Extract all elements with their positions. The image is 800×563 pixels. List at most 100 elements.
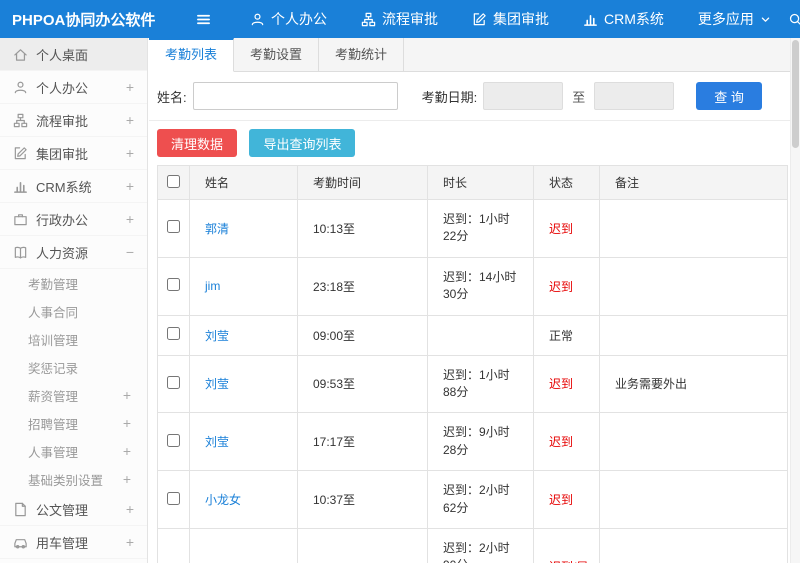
sidebar-item-personal-office[interactable]: 个人办公 + bbox=[0, 71, 147, 104]
expand-plus-icon[interactable]: + bbox=[123, 416, 131, 430]
sidebar-subitem-attendance-management[interactable]: 考勤管理 bbox=[0, 269, 147, 297]
expand-plus-icon[interactable]: + bbox=[123, 472, 131, 486]
sidebar-item-label: 集团审批 bbox=[36, 146, 89, 162]
sidebar-subitem-recruitment-management[interactable]: 招聘管理 + bbox=[0, 409, 147, 437]
main-content: 考勤列表 考勤设置 考勤统计 姓名: 考勤日期: 至 查 询 清理数据 导出查询… bbox=[149, 38, 800, 563]
expand-plus-icon[interactable]: + bbox=[126, 113, 134, 127]
expand-plus-icon[interactable]: + bbox=[126, 80, 134, 94]
sidebar-subitem-label: 奖惩记录 bbox=[28, 361, 79, 376]
nav-group-approval[interactable]: 集团审批 bbox=[455, 0, 566, 38]
sidebar-subitem-label: 薪资管理 bbox=[28, 389, 79, 404]
hamburger-icon bbox=[197, 14, 210, 24]
time-cell: 10:54至10:54 bbox=[297, 527, 428, 563]
attendance-table-wrap: 姓名 考勤时间 时长 状态 备注 郭清 10:13至 迟到：1小时22分 迟到 bbox=[157, 165, 788, 563]
time-cell: 09:00至 bbox=[297, 314, 428, 356]
sidebar-item-vehicle-management[interactable]: 用车管理 + bbox=[0, 526, 147, 559]
select-all-checkbox[interactable] bbox=[167, 174, 180, 188]
export-list-button[interactable]: 导出查询列表 bbox=[249, 129, 356, 157]
sidebar-subitem-label: 招聘管理 bbox=[28, 417, 79, 432]
scrollbar-thumb[interactable] bbox=[792, 40, 799, 148]
note-cell: 1111 bbox=[599, 527, 788, 563]
search-button[interactable]: 查 询 bbox=[696, 82, 762, 110]
expand-plus-icon[interactable]: + bbox=[126, 212, 134, 226]
name-link[interactable]: 刘莹 bbox=[205, 435, 229, 449]
bar-chart-icon bbox=[583, 12, 598, 27]
chevron-down-icon bbox=[760, 14, 771, 25]
sidebar-subitem-label: 人事管理 bbox=[28, 445, 79, 460]
search-icon[interactable] bbox=[788, 12, 800, 27]
name-link[interactable]: 刘莹 bbox=[205, 377, 229, 391]
sidebar-item-workflow-approval[interactable]: 流程审批 + bbox=[0, 104, 147, 137]
sidebar-item-label: 行政办公 bbox=[36, 212, 89, 228]
nav-more-apps[interactable]: 更多应用 bbox=[681, 0, 788, 38]
sidebar-item-group-approval[interactable]: 集团审批 + bbox=[0, 137, 147, 170]
sidebar-subitem-personnel-management[interactable]: 人事管理 + bbox=[0, 437, 147, 465]
expand-plus-icon[interactable]: + bbox=[126, 502, 134, 516]
menu-toggle-icon[interactable] bbox=[196, 12, 211, 27]
row-checkbox[interactable] bbox=[167, 327, 180, 341]
attendance-table: 姓名 考勤时间 时长 状态 备注 郭清 10:13至 迟到：1小时22分 迟到 bbox=[157, 165, 788, 563]
header-name: 姓名 bbox=[189, 165, 298, 200]
row-checkbox[interactable] bbox=[167, 278, 180, 292]
name-input[interactable] bbox=[192, 82, 398, 110]
time-cell: 23:18至 bbox=[297, 256, 428, 316]
expand-plus-icon[interactable]: + bbox=[123, 444, 131, 458]
sidebar-item-admin-office[interactable]: 行政办公 + bbox=[0, 203, 147, 236]
clear-data-button[interactable]: 清理数据 bbox=[157, 129, 238, 157]
expand-plus-icon[interactable]: + bbox=[123, 388, 131, 402]
duration-cell: 迟到：2小时90分 早退：7小时10分 bbox=[427, 527, 534, 563]
note-cell bbox=[599, 470, 788, 529]
date-label: 考勤日期: bbox=[421, 89, 478, 105]
name-link[interactable]: 刘莹 bbox=[205, 329, 229, 343]
status-cell: 迟到 bbox=[533, 470, 600, 529]
sidebar-item-hr[interactable]: 人力资源 − bbox=[0, 236, 147, 269]
row-checkbox[interactable] bbox=[167, 375, 180, 389]
status-cell: 迟到/早退 bbox=[533, 527, 600, 563]
tab-attendance-list[interactable]: 考勤列表 bbox=[149, 38, 235, 72]
status-cell: 正常 bbox=[533, 314, 600, 356]
table-row: jim 23:18至 迟到：14小时30分 迟到 bbox=[157, 256, 788, 316]
header-duration: 时长 bbox=[427, 165, 534, 200]
sidebar-item-label: 流程审批 bbox=[36, 113, 89, 129]
name-link[interactable]: 小龙女 bbox=[205, 493, 241, 507]
row-checkbox[interactable] bbox=[167, 220, 180, 234]
sidebar-item-document-management[interactable]: 公文管理 + bbox=[0, 493, 147, 526]
nav-crm[interactable]: CRM系统 bbox=[566, 0, 681, 38]
nav-label: 流程审批 bbox=[382, 11, 438, 27]
expand-plus-icon[interactable]: + bbox=[126, 146, 134, 160]
document-icon bbox=[13, 502, 36, 517]
sidebar-subitem-label: 基础类别设置 bbox=[28, 473, 104, 488]
name-link[interactable]: 郭清 bbox=[205, 222, 229, 236]
home-icon bbox=[13, 47, 36, 62]
date-start-input[interactable] bbox=[483, 82, 564, 110]
name-link[interactable]: jim bbox=[205, 279, 220, 293]
status-cell: 迟到 bbox=[533, 256, 600, 316]
sidebar-subitem-rewards-records[interactable]: 奖惩记录 bbox=[0, 353, 147, 381]
expand-plus-icon[interactable]: + bbox=[126, 535, 134, 549]
nav-workflow-approval[interactable]: 流程审批 bbox=[344, 0, 455, 38]
scrollbar[interactable] bbox=[790, 38, 800, 563]
sidebar-subitem-salary-management[interactable]: 薪资管理 + bbox=[0, 381, 147, 409]
book-icon bbox=[13, 245, 36, 260]
sidebar-item-personal-desktop[interactable]: 个人桌面 bbox=[0, 38, 147, 71]
note-cell bbox=[599, 314, 788, 356]
sidebar-subitem-label: 人事合同 bbox=[28, 305, 79, 320]
tab-attendance-settings[interactable]: 考勤设置 bbox=[234, 38, 320, 71]
date-end-input[interactable] bbox=[594, 82, 675, 110]
nav-personal-office[interactable]: 个人办公 bbox=[233, 0, 344, 38]
nav-label: CRM系统 bbox=[604, 11, 664, 27]
collapse-minus-icon[interactable]: − bbox=[126, 245, 134, 259]
note-cell bbox=[599, 412, 788, 472]
sidebar-item-crm[interactable]: CRM系统 + bbox=[0, 170, 147, 203]
sidebar-subitem-training[interactable]: 培训管理 bbox=[0, 325, 147, 353]
sidebar-subitem-base-category-settings[interactable]: 基础类别设置 + bbox=[0, 465, 147, 493]
tab-attendance-statistics[interactable]: 考勤统计 bbox=[319, 38, 405, 71]
sidebar-subitem-hr-contract[interactable]: 人事合同 bbox=[0, 297, 147, 325]
time-cell: 17:17至 bbox=[297, 412, 428, 472]
table-row: 郭清 10:13至 迟到：1小时22分 迟到 bbox=[157, 199, 788, 258]
row-checkbox[interactable] bbox=[167, 433, 180, 447]
row-checkbox[interactable] bbox=[167, 491, 180, 505]
expand-plus-icon[interactable]: + bbox=[126, 179, 134, 193]
table-row: 刘莹 09:00至 正常 bbox=[157, 314, 788, 356]
sidebar-item-label: CRM系统 bbox=[36, 179, 92, 195]
